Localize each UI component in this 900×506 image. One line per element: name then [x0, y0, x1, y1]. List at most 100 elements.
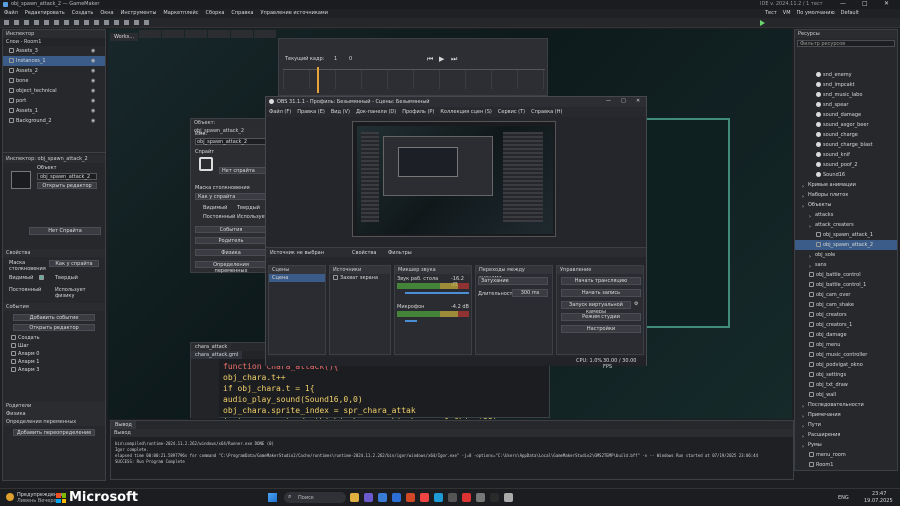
resource-item[interactable]: sound_knif [795, 150, 897, 160]
obs-menu-item[interactable]: Коллекция сцен (S) [440, 107, 492, 117]
resource-item[interactable]: obj_battle_control [795, 270, 897, 280]
resource-item[interactable]: › attacks [795, 210, 897, 220]
taskbar-app-icon[interactable] [378, 493, 387, 502]
mixer-track1-slider[interactable] [405, 292, 469, 294]
source-item[interactable]: Захват экрана [330, 274, 390, 282]
resource-item[interactable]: obj_damage [795, 330, 897, 340]
resource-item[interactable]: obj_spawn_attack_2 [795, 240, 897, 250]
maximize-button[interactable]: □ [862, 0, 868, 7]
code-tab-1[interactable]: chara_attack [191, 343, 232, 351]
eye-icon[interactable]: ◉ [91, 116, 95, 126]
resource-item[interactable]: snd_impcakt [795, 80, 897, 90]
play-icon[interactable] [760, 20, 765, 26]
start-stream-button[interactable]: Начать трансляцию [561, 277, 641, 285]
resource-item[interactable]: snd_spear [795, 100, 897, 110]
resource-item[interactable]: › attack_creaters [795, 220, 897, 230]
oe-solid[interactable]: Твердый [237, 205, 260, 211]
taskbar-app-icon[interactable] [448, 493, 457, 502]
taskbar-app-icon[interactable] [434, 493, 443, 502]
clock-time[interactable]: 23:47 [872, 491, 886, 497]
menu-item[interactable]: Инструменты [121, 10, 157, 16]
resource-item[interactable]: sound_damage [795, 110, 897, 120]
chevron-right-icon[interactable]: › [809, 212, 813, 220]
resource-item[interactable]: obj_creators [795, 310, 897, 320]
duration-field[interactable]: 300 ms [512, 289, 548, 297]
event-item[interactable]: Аларм 0 [3, 350, 105, 358]
taskbar-app-icon[interactable] [364, 493, 373, 502]
workspace-tab[interactable] [162, 30, 185, 38]
playhead[interactable] [317, 67, 319, 93]
obs-filters-button[interactable]: Фильтры [388, 250, 412, 256]
layer-item[interactable]: Assets_3 ◉ [3, 46, 105, 56]
resource-item[interactable]: obj_txt_draw [795, 380, 897, 390]
frame-value[interactable]: 1 [334, 56, 337, 62]
resource-item[interactable]: › Кривые анимации [795, 180, 897, 190]
oe-parent-button[interactable]: Родитель [195, 237, 267, 244]
resource-item[interactable]: obj_creators_1 [795, 320, 897, 330]
resource-item[interactable]: › sans [795, 260, 897, 270]
resource-item[interactable]: › Расширения [795, 430, 897, 440]
output-tab[interactable]: Вывод [111, 421, 136, 429]
workspace-tab[interactable] [139, 30, 162, 38]
menu-item[interactable]: Управление источниками [260, 10, 328, 16]
obs-menu-item[interactable]: Правка (E) [297, 107, 325, 117]
start-record-button[interactable]: Начать запись [561, 289, 641, 297]
resource-item[interactable]: Sound16 [795, 170, 897, 180]
chevron-right-icon[interactable]: › [802, 402, 806, 410]
layer-item[interactable]: bone ◉ [3, 76, 105, 86]
menu-item[interactable]: Маркетплейс [163, 10, 198, 16]
obs-menu-item[interactable]: Док-панели (D) [356, 107, 396, 117]
taskbar-app-icon[interactable] [406, 493, 415, 502]
chevron-right-icon[interactable]: › [802, 192, 806, 200]
resource-item[interactable]: obj_music_controller [795, 350, 897, 360]
workspace-tab[interactable]: Works... [110, 33, 139, 41]
layer-item[interactable]: Assets_1 ◉ [3, 106, 105, 116]
resource-item[interactable]: › Пути [795, 420, 897, 430]
resource-item[interactable]: sound_asgor_beer [795, 120, 897, 130]
taskbar-app-icon[interactable] [420, 493, 429, 502]
visible-checkbox[interactable] [39, 275, 44, 280]
start-button[interactable] [268, 493, 277, 502]
resource-item[interactable]: sound_poof_2 [795, 160, 897, 170]
workspace-tab[interactable] [254, 30, 277, 38]
menu-right-item[interactable]: Тест [765, 10, 777, 16]
taskbar-app-icon[interactable] [504, 493, 513, 502]
taskbar-app-icon[interactable] [462, 493, 471, 502]
resource-item[interactable]: obj_cam_shake [795, 300, 897, 310]
chevron-right-icon[interactable]: › [802, 422, 806, 430]
add-override-button[interactable]: Добавить переопределение [13, 429, 95, 436]
menu-item[interactable]: Редактировать [25, 10, 65, 16]
obs-properties-button[interactable]: Свойства [352, 250, 376, 256]
event-item[interactable]: Шаг [3, 342, 105, 350]
workspace-tab[interactable] [208, 30, 231, 38]
resource-item[interactable]: sound_charge [795, 130, 897, 140]
clock-date[interactable]: 19.07.2025 [864, 498, 893, 504]
taskbar-search[interactable]: ⌕ Поиск [284, 492, 346, 503]
eye-icon[interactable]: ◉ [91, 46, 95, 56]
oe-physics-button[interactable]: Физика [195, 249, 267, 256]
menu-right-item[interactable]: По умолчанию [797, 10, 835, 16]
resource-item[interactable]: › Объекты [795, 200, 897, 210]
resource-item[interactable]: settings_creators [795, 470, 897, 471]
taskbar-app-icon[interactable] [476, 493, 485, 502]
event-item[interactable]: Аларм 1 [3, 358, 105, 366]
taskbar-app-icon[interactable] [392, 493, 401, 502]
chevron-right-icon[interactable]: › [802, 432, 806, 440]
studio-mode-button[interactable]: Режим студии [561, 313, 641, 321]
resource-item[interactable]: › Примечания [795, 410, 897, 420]
eye-icon[interactable]: ◉ [91, 66, 95, 76]
eye-icon[interactable]: ◉ [91, 76, 95, 86]
oe-var-defs-button[interactable]: Определения переменных [195, 261, 267, 274]
oe-visible[interactable]: Видимый [203, 205, 227, 211]
close-button[interactable]: ✕ [884, 0, 889, 7]
open-editor-events-button[interactable]: Открыть редактор [13, 324, 95, 331]
resources-search[interactable]: Фильтр ресурсов [797, 40, 895, 47]
obs-maximize[interactable]: □ [621, 98, 626, 104]
oe-events-button[interactable]: События [195, 226, 267, 233]
menu-item[interactable]: Файл [4, 10, 18, 16]
resource-item[interactable]: obj_podvigat_okno [795, 360, 897, 370]
eye-icon[interactable]: ◉ [91, 106, 95, 116]
event-item[interactable]: Создать [3, 334, 105, 342]
resource-item[interactable]: obj_battle_control_1 [795, 280, 897, 290]
taskbar-app-icon[interactable] [350, 493, 359, 502]
